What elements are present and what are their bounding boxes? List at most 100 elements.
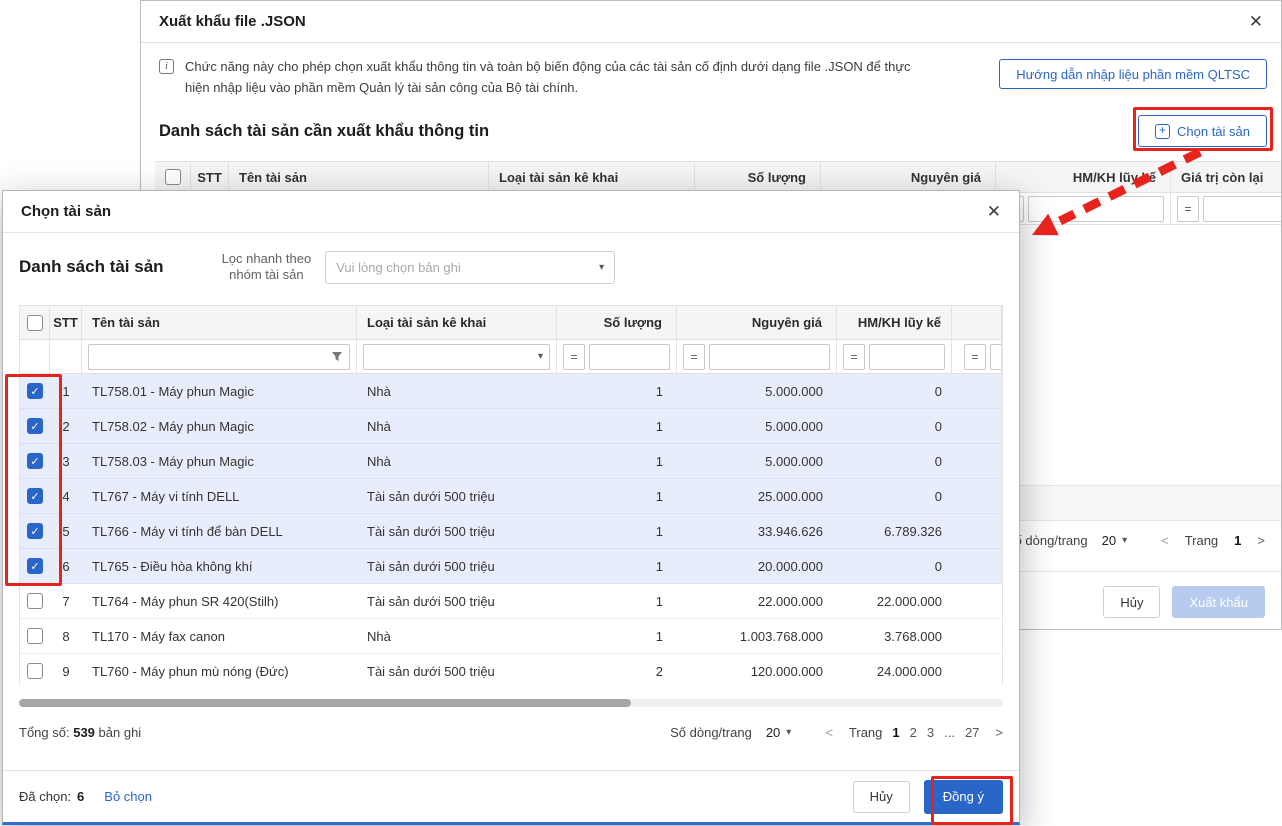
equals-operator[interactable]: =: [683, 344, 705, 370]
row-checkbox[interactable]: [20, 654, 50, 685]
prev-page-button[interactable]: <: [825, 725, 833, 740]
table-row[interactable]: ✓1TL758.01 - Máy phun MagicNhà15.000.000…: [20, 374, 1002, 409]
equals-operator[interactable]: =: [964, 344, 986, 370]
row-asset-type: Tài sản dưới 500 triệu: [357, 584, 557, 618]
plus-icon: +: [1155, 124, 1170, 139]
export-button[interactable]: Xuất khẩu: [1172, 586, 1265, 618]
name-filter: [88, 344, 350, 370]
next-page-button[interactable]: >: [1257, 533, 1265, 548]
selected-label: Đã chọn:: [19, 789, 71, 804]
table-row[interactable]: ✓4TL767 - Máy vi tính DELLTài sản dưới 5…: [20, 479, 1002, 514]
table-row[interactable]: ✓3TL758.03 - Máy phun MagicNhà15.000.000…: [20, 444, 1002, 479]
col-depreciation: HM/KH lũy kế: [837, 306, 952, 339]
row-checkbox[interactable]: ✓: [20, 444, 50, 478]
cost-filter-input[interactable]: [709, 344, 830, 370]
select-assets-button[interactable]: + Chọn tài sản: [1138, 115, 1267, 147]
asset-table-footer: Tổng số: 539 bản ghi Số dòng/trang 20 ▾ …: [19, 725, 1003, 740]
depreciation-filter-input[interactable]: [869, 344, 945, 370]
checkbox-icon: ✓: [27, 418, 43, 434]
close-icon[interactable]: ✕: [1249, 13, 1263, 30]
row-asset-name: TL170 - Máy fax canon: [82, 619, 357, 653]
row-asset-name: TL758.02 - Máy phun Magic: [82, 409, 357, 443]
asset-group-select[interactable]: Vui lòng chọn bản ghi ▾: [325, 251, 615, 284]
checkbox-icon: ✓: [27, 488, 43, 504]
row-asset-type: Nhà: [357, 444, 557, 478]
row-original-cost: 33.946.626: [677, 514, 837, 548]
close-icon[interactable]: ✕: [987, 203, 1001, 220]
table-row[interactable]: ✓5TL766 - Máy vi tính để bàn DELLTài sản…: [20, 514, 1002, 549]
row-checkbox[interactable]: ✓: [20, 479, 50, 513]
qltsc-guide-button[interactable]: Hướng dẫn nhập liệu phần mềm QLTSC: [999, 59, 1267, 89]
current-page[interactable]: 1: [1234, 533, 1241, 548]
col-asset-name: Tên tài sản: [82, 306, 357, 339]
row-quantity: 1: [557, 409, 677, 443]
equals-operator[interactable]: =: [1177, 196, 1199, 222]
row-asset-type: Nhà: [357, 409, 557, 443]
horizontal-scrollbar[interactable]: [19, 699, 1003, 707]
filter-funnel-icon[interactable]: [331, 351, 343, 363]
row-stt: 8: [50, 619, 82, 653]
rows-per-page-label: Số dòng/trang: [670, 725, 752, 740]
total-count: 539: [73, 725, 95, 740]
table-row[interactable]: ✓2TL758.02 - Máy phun MagicNhà15.000.000…: [20, 409, 1002, 444]
confirm-button[interactable]: Đồng ý: [924, 780, 1003, 814]
row-checkbox[interactable]: ✓: [20, 374, 50, 408]
select-dialog-title: Chọn tài sản: [21, 203, 111, 220]
row-depreciation: 3.768.000: [837, 619, 952, 653]
depreciation-filter-input[interactable]: [1028, 196, 1164, 222]
row-original-cost: 25.000.000: [677, 479, 837, 513]
row-asset-type: Tài sản dưới 500 triệu: [357, 479, 557, 513]
prev-page-button[interactable]: <: [1161, 533, 1169, 548]
checkbox-icon: ✓: [27, 558, 43, 574]
col-extra: [952, 306, 1002, 339]
row-stt: 9: [50, 654, 82, 685]
cancel-button[interactable]: Hủy: [1103, 586, 1160, 618]
next-page-button[interactable]: >: [995, 725, 1003, 740]
export-section-title: Danh sách tài sản cần xuất khẩu thông ti…: [159, 122, 489, 141]
row-checkbox[interactable]: ✓: [20, 409, 50, 443]
remaining-filter-input[interactable]: [1203, 196, 1281, 222]
col-asset-type: Loại tài sản kê khai: [357, 306, 557, 339]
col-asset-type: Loại tài sản kê khai: [489, 162, 695, 192]
type-filter-select[interactable]: ▾: [363, 344, 550, 370]
equals-operator[interactable]: =: [563, 344, 585, 370]
clear-selection-link[interactable]: Bỏ chọn: [104, 789, 152, 804]
col-original-cost: Nguyên giá: [677, 306, 837, 339]
row-stt: 7: [50, 584, 82, 618]
export-info-text: Chức năng này cho phép chọn xuất khẩu th…: [185, 56, 945, 98]
page-number[interactable]: 3: [927, 725, 934, 740]
cancel-button[interactable]: Hủy: [853, 781, 910, 813]
page-number[interactable]: 1: [892, 725, 899, 740]
name-filter-input[interactable]: [95, 346, 331, 368]
row-depreciation: 24.000.000: [837, 654, 952, 685]
row-quantity: 1: [557, 374, 677, 408]
select-assets-dialog: Chọn tài sản ✕ Danh sách tài sản Lọc nha…: [2, 190, 1020, 825]
checkbox-icon: [27, 593, 43, 609]
caret-down-icon: ▾: [538, 351, 543, 362]
table-row[interactable]: 9TL760 - Máy phun mù nóng (Đức)Tài sản d…: [20, 654, 1002, 685]
row-checkbox[interactable]: [20, 619, 50, 653]
select-all-checkbox[interactable]: [27, 315, 43, 331]
page-number[interactable]: 27: [965, 725, 979, 740]
select-all-checkbox[interactable]: [165, 169, 181, 185]
equals-operator[interactable]: =: [843, 344, 865, 370]
col-stt: STT: [50, 306, 82, 339]
rows-per-page-select[interactable]: 20 ▾: [766, 725, 792, 740]
table-row[interactable]: ✓6TL765 - Điều hòa không khíTài sản dưới…: [20, 549, 1002, 584]
row-checkbox[interactable]: [20, 584, 50, 618]
quantity-filter-input[interactable]: [589, 344, 670, 370]
row-asset-type: Nhà: [357, 619, 557, 653]
row-checkbox[interactable]: ✓: [20, 514, 50, 548]
row-stt: 3: [50, 444, 82, 478]
row-checkbox[interactable]: ✓: [20, 549, 50, 583]
row-original-cost: 120.000.000: [677, 654, 837, 685]
scrollbar-thumb[interactable]: [19, 699, 631, 707]
row-quantity: 1: [557, 514, 677, 548]
table-row[interactable]: 8TL170 - Máy fax canonNhà11.003.768.0003…: [20, 619, 1002, 654]
table-row[interactable]: 7TL764 - Máy phun SR 420(Stilh)Tài sản d…: [20, 584, 1002, 619]
row-stt: 2: [50, 409, 82, 443]
page-list: 123...27: [882, 725, 979, 740]
extra-filter-input[interactable]: [990, 344, 1002, 370]
page-number[interactable]: 2: [910, 725, 917, 740]
rows-per-page-select[interactable]: 20 ▾: [1102, 533, 1128, 548]
